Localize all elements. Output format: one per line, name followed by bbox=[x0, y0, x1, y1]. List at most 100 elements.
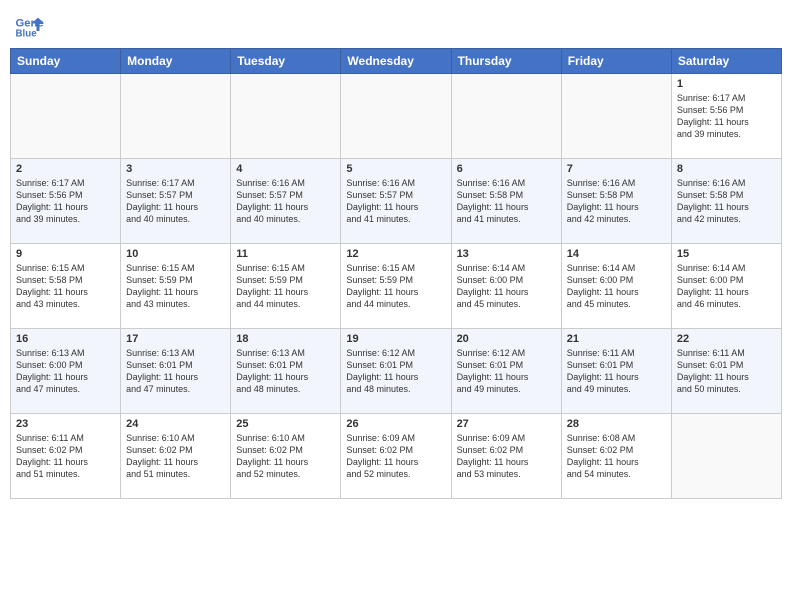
calendar-cell: 26 Sunrise: 6:09 AM Sunset: 6:02 PM Dayli… bbox=[341, 414, 451, 499]
day-number: 20 bbox=[457, 333, 556, 345]
page-header: General Blue bbox=[10, 10, 782, 40]
calendar-table: SundayMondayTuesdayWednesdayThursdayFrid… bbox=[10, 48, 782, 499]
day-number: 1 bbox=[677, 78, 776, 90]
calendar-cell bbox=[671, 414, 781, 499]
calendar-cell: 7 Sunrise: 6:16 AM Sunset: 5:58 PM Daylig… bbox=[561, 159, 671, 244]
day-number: 7 bbox=[567, 163, 666, 175]
day-number: 12 bbox=[346, 248, 445, 260]
day-number: 2 bbox=[16, 163, 115, 175]
weekday-header-friday: Friday bbox=[561, 49, 671, 74]
calendar-cell: 4 Sunrise: 6:16 AM Sunset: 5:57 PM Daylig… bbox=[231, 159, 341, 244]
day-number: 19 bbox=[346, 333, 445, 345]
calendar-cell: 21 Sunrise: 6:11 AM Sunset: 6:01 PM Dayli… bbox=[561, 329, 671, 414]
day-number: 17 bbox=[126, 333, 225, 345]
calendar-cell bbox=[121, 74, 231, 159]
day-number: 25 bbox=[236, 418, 335, 430]
week-row-2: 2Sunrise: 6:17 AM Sunset: 5:56 PM Daylig… bbox=[11, 159, 782, 244]
day-number: 13 bbox=[457, 248, 556, 260]
calendar-cell: 24 Sunrise: 6:10 AM Sunset: 6:02 PM Dayli… bbox=[121, 414, 231, 499]
calendar-cell bbox=[231, 74, 341, 159]
day-number: 11 bbox=[236, 248, 335, 260]
svg-text:Blue: Blue bbox=[16, 28, 38, 39]
day-number: 27 bbox=[457, 418, 556, 430]
weekday-header-wednesday: Wednesday bbox=[341, 49, 451, 74]
calendar-cell: 13 Sunrise: 6:14 AM Sunset: 6:00 PM Dayli… bbox=[451, 244, 561, 329]
day-info: Sunrise: 6:11 AM Sunset: 6:01 PM Dayligh… bbox=[567, 347, 666, 396]
day-number: 24 bbox=[126, 418, 225, 430]
day-info: Sunrise: 6:13 AM Sunset: 6:01 PM Dayligh… bbox=[126, 347, 225, 396]
calendar-cell bbox=[561, 74, 671, 159]
day-number: 3 bbox=[126, 163, 225, 175]
day-info: Sunrise: 6:08 AM Sunset: 6:02 PM Dayligh… bbox=[567, 432, 666, 481]
day-info: Sunrise: 6:16 AM Sunset: 5:58 PM Dayligh… bbox=[677, 177, 776, 226]
day-info: Sunrise: 6:15 AM Sunset: 5:58 PM Dayligh… bbox=[16, 262, 115, 311]
day-number: 28 bbox=[567, 418, 666, 430]
logo: General Blue bbox=[14, 10, 44, 40]
day-info: Sunrise: 6:10 AM Sunset: 6:02 PM Dayligh… bbox=[236, 432, 335, 481]
calendar-cell: 22 Sunrise: 6:11 AM Sunset: 6:01 PM Dayli… bbox=[671, 329, 781, 414]
day-number: 18 bbox=[236, 333, 335, 345]
day-number: 4 bbox=[236, 163, 335, 175]
calendar-cell: 18 Sunrise: 6:13 AM Sunset: 6:01 PM Dayli… bbox=[231, 329, 341, 414]
day-number: 16 bbox=[16, 333, 115, 345]
day-info: Sunrise: 6:17 AM Sunset: 5:57 PM Dayligh… bbox=[126, 177, 225, 226]
calendar-cell: 28 Sunrise: 6:08 AM Sunset: 6:02 PM Dayli… bbox=[561, 414, 671, 499]
day-info: Sunrise: 6:17 AM Sunset: 5:56 PM Dayligh… bbox=[677, 92, 776, 141]
day-info: Sunrise: 6:13 AM Sunset: 6:01 PM Dayligh… bbox=[236, 347, 335, 396]
calendar-cell: 12 Sunrise: 6:15 AM Sunset: 5:59 PM Dayli… bbox=[341, 244, 451, 329]
day-info: Sunrise: 6:16 AM Sunset: 5:57 PM Dayligh… bbox=[346, 177, 445, 226]
day-number: 22 bbox=[677, 333, 776, 345]
day-number: 15 bbox=[677, 248, 776, 260]
day-number: 14 bbox=[567, 248, 666, 260]
calendar-cell: 16 Sunrise: 6:13 AM Sunset: 6:00 PM Dayli… bbox=[11, 329, 121, 414]
calendar-cell: 2Sunrise: 6:17 AM Sunset: 5:56 PM Daylig… bbox=[11, 159, 121, 244]
day-info: Sunrise: 6:12 AM Sunset: 6:01 PM Dayligh… bbox=[346, 347, 445, 396]
calendar-cell bbox=[451, 74, 561, 159]
calendar-cell bbox=[11, 74, 121, 159]
weekday-header-monday: Monday bbox=[121, 49, 231, 74]
calendar-cell: 25 Sunrise: 6:10 AM Sunset: 6:02 PM Dayli… bbox=[231, 414, 341, 499]
week-row-3: 9Sunrise: 6:15 AM Sunset: 5:58 PM Daylig… bbox=[11, 244, 782, 329]
weekday-header-row: SundayMondayTuesdayWednesdayThursdayFrid… bbox=[11, 49, 782, 74]
day-info: Sunrise: 6:12 AM Sunset: 6:01 PM Dayligh… bbox=[457, 347, 556, 396]
week-row-4: 16 Sunrise: 6:13 AM Sunset: 6:00 PM Dayli… bbox=[11, 329, 782, 414]
day-info: Sunrise: 6:13 AM Sunset: 6:00 PM Dayligh… bbox=[16, 347, 115, 396]
calendar-cell: 23Sunrise: 6:11 AM Sunset: 6:02 PM Dayli… bbox=[11, 414, 121, 499]
calendar-cell: 10 Sunrise: 6:15 AM Sunset: 5:59 PM Dayli… bbox=[121, 244, 231, 329]
calendar-cell: 19 Sunrise: 6:12 AM Sunset: 6:01 PM Dayli… bbox=[341, 329, 451, 414]
logo-icon: General Blue bbox=[14, 10, 44, 40]
day-number: 26 bbox=[346, 418, 445, 430]
weekday-header-thursday: Thursday bbox=[451, 49, 561, 74]
day-number: 10 bbox=[126, 248, 225, 260]
week-row-1: 1 Sunrise: 6:17 AM Sunset: 5:56 PM Daylig… bbox=[11, 74, 782, 159]
day-info: Sunrise: 6:14 AM Sunset: 6:00 PM Dayligh… bbox=[567, 262, 666, 311]
calendar-cell: 1 Sunrise: 6:17 AM Sunset: 5:56 PM Daylig… bbox=[671, 74, 781, 159]
calendar-cell bbox=[341, 74, 451, 159]
calendar-cell: 17 Sunrise: 6:13 AM Sunset: 6:01 PM Dayli… bbox=[121, 329, 231, 414]
day-info: Sunrise: 6:10 AM Sunset: 6:02 PM Dayligh… bbox=[126, 432, 225, 481]
calendar-cell: 3 Sunrise: 6:17 AM Sunset: 5:57 PM Daylig… bbox=[121, 159, 231, 244]
day-info: Sunrise: 6:14 AM Sunset: 6:00 PM Dayligh… bbox=[677, 262, 776, 311]
calendar-cell: 14 Sunrise: 6:14 AM Sunset: 6:00 PM Dayli… bbox=[561, 244, 671, 329]
weekday-header-tuesday: Tuesday bbox=[231, 49, 341, 74]
calendar-cell: 6 Sunrise: 6:16 AM Sunset: 5:58 PM Daylig… bbox=[451, 159, 561, 244]
weekday-header-sunday: Sunday bbox=[11, 49, 121, 74]
calendar-cell: 27 Sunrise: 6:09 AM Sunset: 6:02 PM Dayli… bbox=[451, 414, 561, 499]
calendar-cell: 15 Sunrise: 6:14 AM Sunset: 6:00 PM Dayli… bbox=[671, 244, 781, 329]
day-info: Sunrise: 6:15 AM Sunset: 5:59 PM Dayligh… bbox=[126, 262, 225, 311]
day-number: 21 bbox=[567, 333, 666, 345]
day-info: Sunrise: 6:09 AM Sunset: 6:02 PM Dayligh… bbox=[346, 432, 445, 481]
day-info: Sunrise: 6:16 AM Sunset: 5:58 PM Dayligh… bbox=[457, 177, 556, 226]
day-info: Sunrise: 6:11 AM Sunset: 6:01 PM Dayligh… bbox=[677, 347, 776, 396]
day-info: Sunrise: 6:09 AM Sunset: 6:02 PM Dayligh… bbox=[457, 432, 556, 481]
weekday-header-saturday: Saturday bbox=[671, 49, 781, 74]
day-number: 6 bbox=[457, 163, 556, 175]
calendar-cell: 20 Sunrise: 6:12 AM Sunset: 6:01 PM Dayli… bbox=[451, 329, 561, 414]
calendar-cell: 11Sunrise: 6:15 AM Sunset: 5:59 PM Dayli… bbox=[231, 244, 341, 329]
day-number: 5 bbox=[346, 163, 445, 175]
day-info: Sunrise: 6:14 AM Sunset: 6:00 PM Dayligh… bbox=[457, 262, 556, 311]
day-info: Sunrise: 6:15 AM Sunset: 5:59 PM Dayligh… bbox=[346, 262, 445, 311]
day-number: 23 bbox=[16, 418, 115, 430]
day-info: Sunrise: 6:16 AM Sunset: 5:57 PM Dayligh… bbox=[236, 177, 335, 226]
day-info: Sunrise: 6:16 AM Sunset: 5:58 PM Dayligh… bbox=[567, 177, 666, 226]
